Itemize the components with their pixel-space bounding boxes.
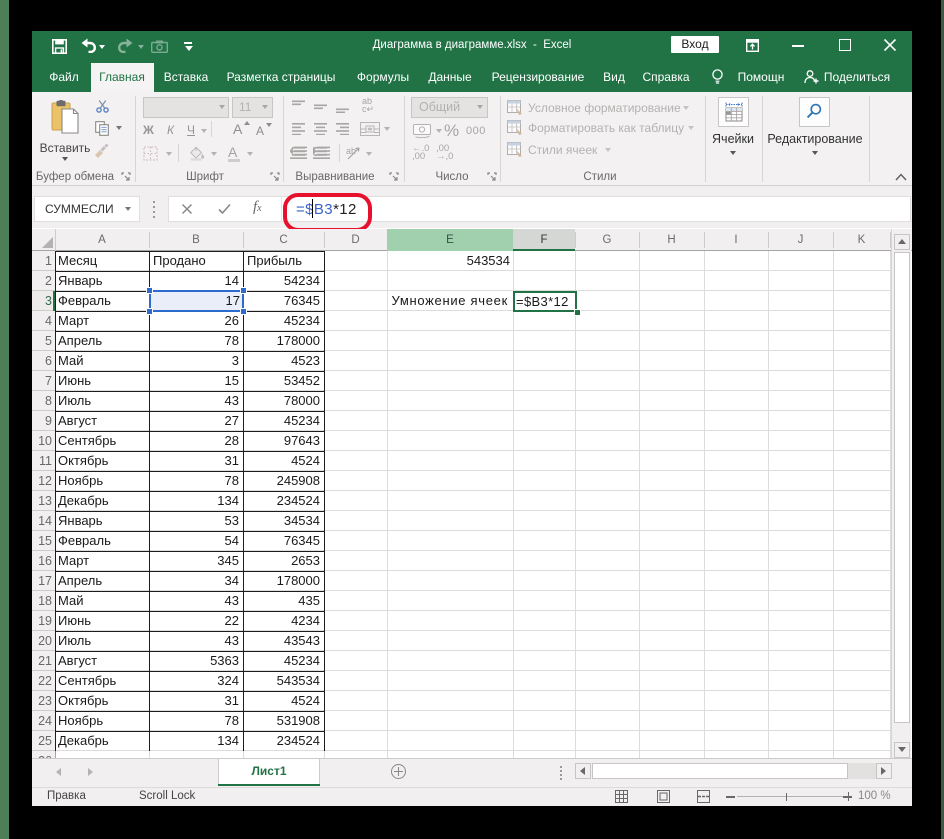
svg-text:ab: ab xyxy=(346,146,356,156)
